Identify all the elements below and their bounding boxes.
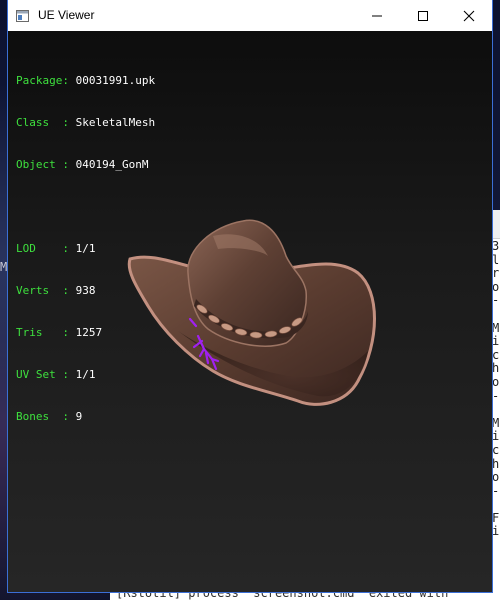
console-line: h xyxy=(492,456,500,471)
info-bones: Bones : 9 xyxy=(16,410,155,424)
console-output: 3lro- Micho- Micho- Fi xyxy=(492,239,500,539)
console-line: o xyxy=(492,374,500,389)
console-line: c xyxy=(492,442,500,457)
console-line: l xyxy=(492,252,500,267)
console-line: c xyxy=(492,347,500,362)
info-label: Class : xyxy=(16,116,69,129)
console-line: 3 xyxy=(492,239,500,253)
info-package: Package: 00031991.upk xyxy=(16,74,155,88)
info-value: 1257 xyxy=(75,326,103,339)
info-label: Tris : xyxy=(16,326,69,339)
console-line: F xyxy=(492,510,500,525)
maximize-button[interactable] xyxy=(400,0,446,31)
info-value: 938 xyxy=(75,284,96,297)
console-line: o xyxy=(492,470,500,485)
console-line: o xyxy=(492,279,500,294)
console-line: - xyxy=(492,483,500,498)
maximize-icon xyxy=(418,11,428,21)
info-label: LOD : xyxy=(16,242,69,255)
cowboy-hat-mesh[interactable] xyxy=(118,211,378,411)
info-value: 9 xyxy=(75,410,83,423)
info-value: 00031991.upk xyxy=(75,74,156,87)
minimize-button[interactable] xyxy=(354,0,400,31)
console-line: i xyxy=(492,334,500,349)
info-label: Package: xyxy=(16,74,69,87)
app-window-icon xyxy=(16,9,29,22)
close-icon xyxy=(463,10,475,22)
info-label: Verts : xyxy=(16,284,69,297)
minimize-icon xyxy=(372,15,382,17)
info-class: Class : SkeletalMesh xyxy=(16,116,155,130)
console-line: h xyxy=(492,361,500,376)
info-label: Bones : xyxy=(16,410,69,423)
console-line: i xyxy=(492,429,500,444)
info-value: 1/1 xyxy=(75,242,96,255)
window-title: UE Viewer xyxy=(38,8,95,22)
info-value: 040194_GonM xyxy=(75,158,149,171)
info-label: Object : xyxy=(16,158,69,171)
console-line: - xyxy=(492,388,500,403)
console-line: r xyxy=(492,266,500,281)
info-value: SkeletalMesh xyxy=(75,116,156,129)
info-label: UV Set : xyxy=(16,368,69,381)
ue-viewer-window[interactable]: UE Viewer Package: 00031991.upk Class : … xyxy=(8,0,492,592)
info-value: 1/1 xyxy=(75,368,96,381)
titlebar[interactable]: UE Viewer xyxy=(8,0,492,31)
3d-viewport[interactable]: Package: 00031991.upk Class : SkeletalMe… xyxy=(8,31,492,592)
desktop-text: M xyxy=(0,260,8,274)
console-line: M xyxy=(492,320,500,335)
info-object: Object : 040194_GonM xyxy=(16,158,155,172)
console-line: i xyxy=(492,524,500,539)
close-button[interactable] xyxy=(446,0,492,31)
console-line: M xyxy=(492,415,500,430)
console-line: - xyxy=(492,293,500,308)
